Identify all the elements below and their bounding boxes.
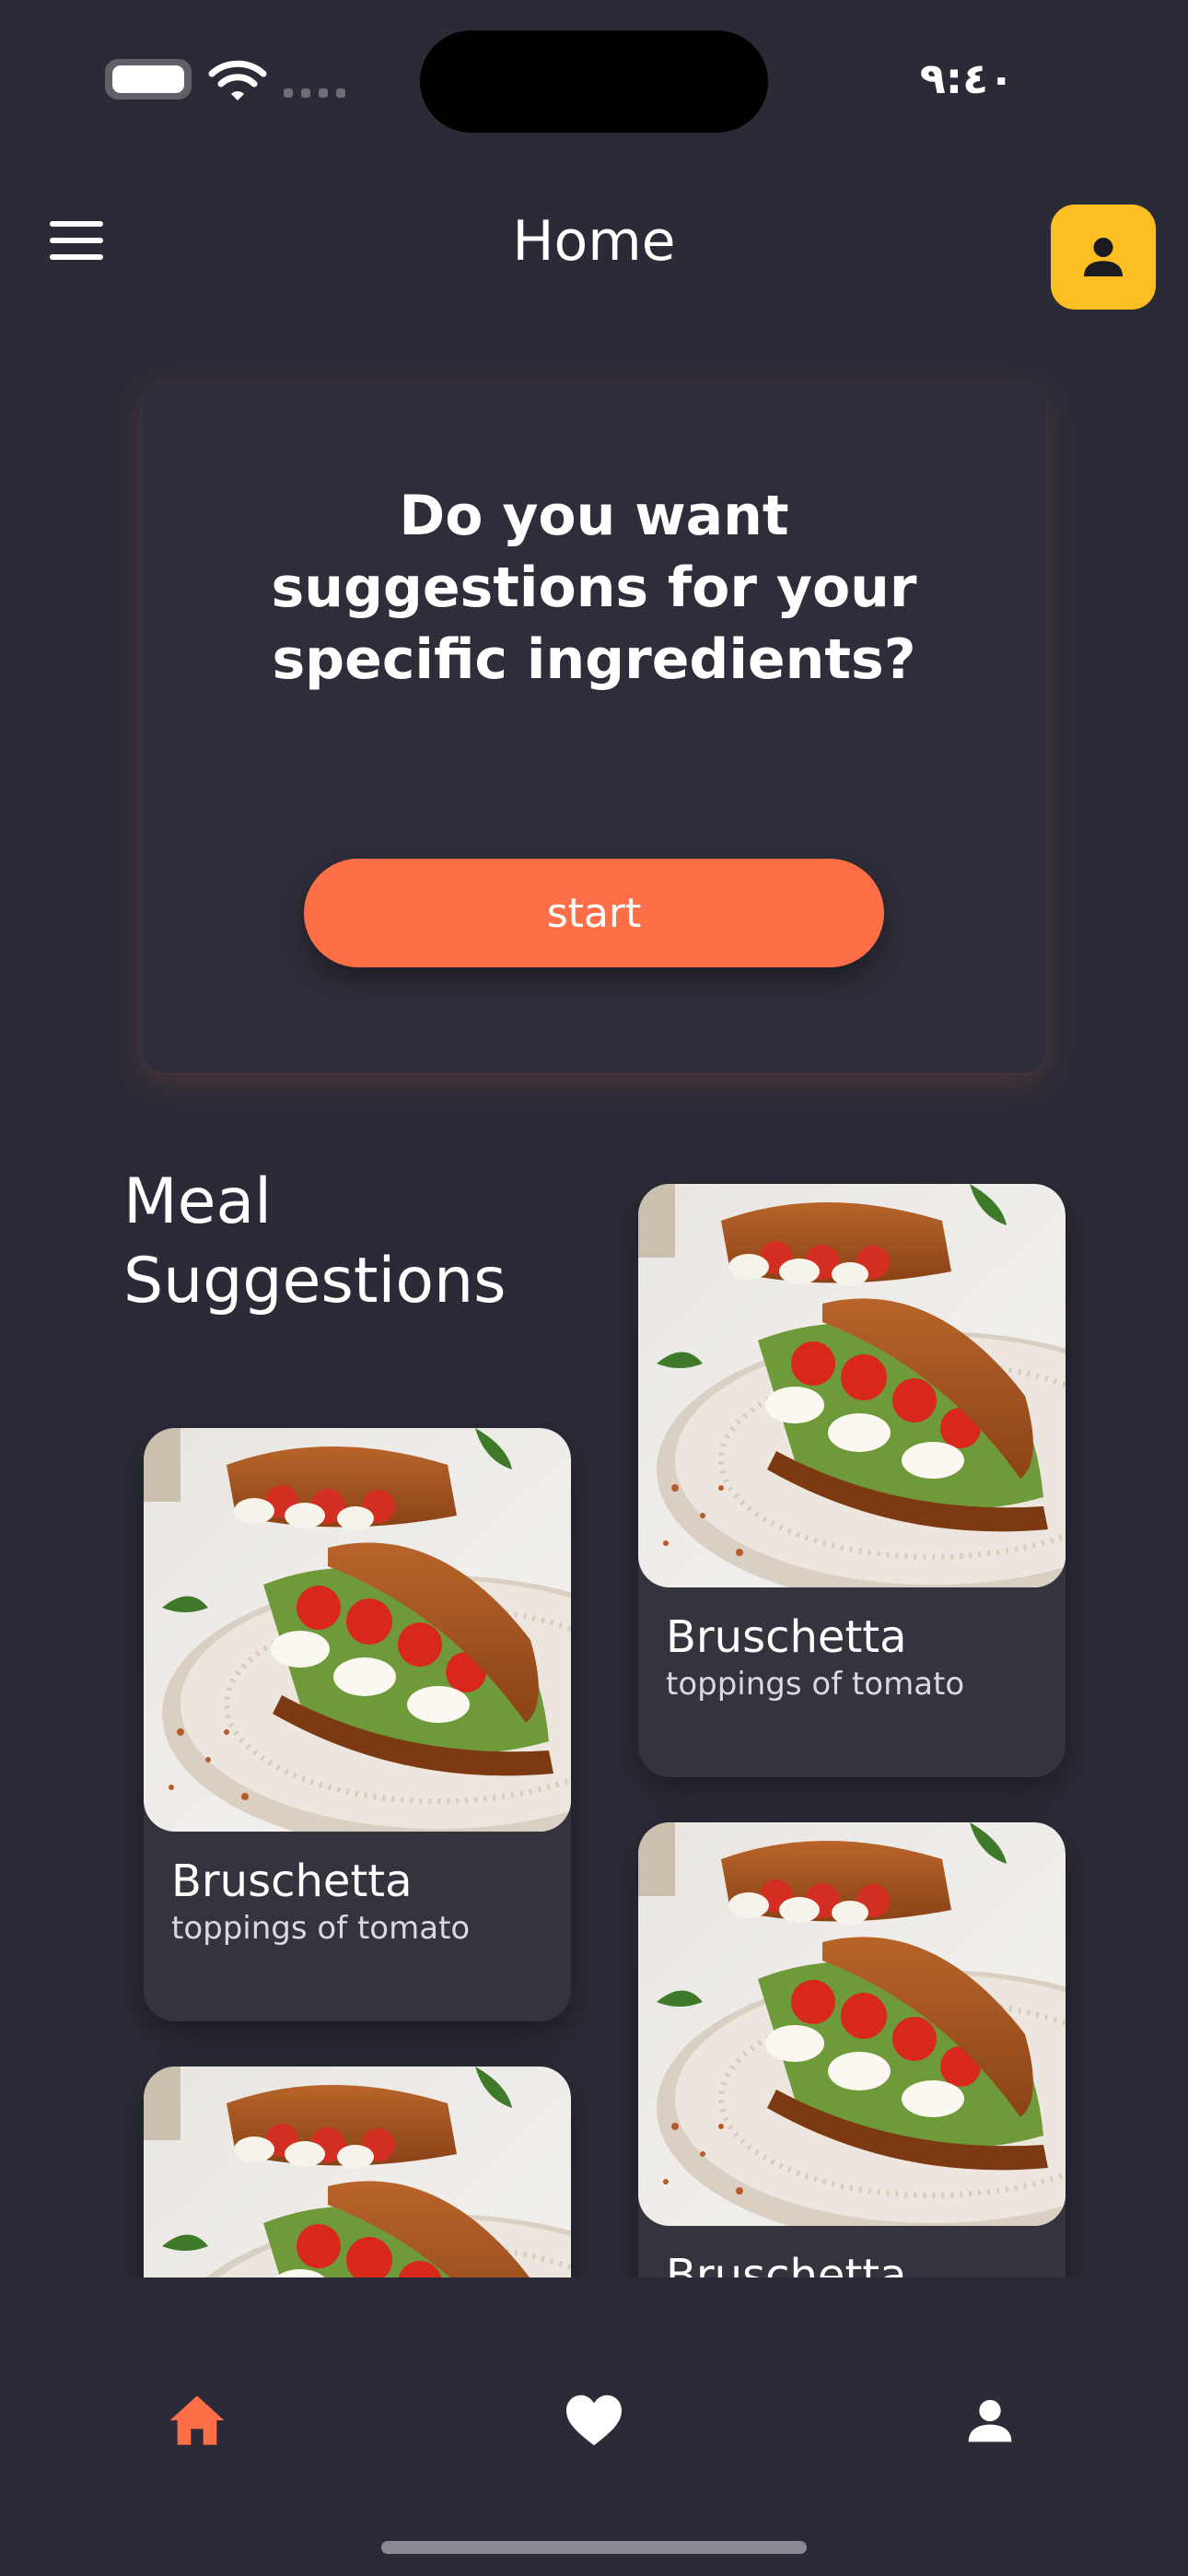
meal-name: Bruschetta xyxy=(666,2250,907,2277)
nav-favorites[interactable] xyxy=(539,2370,649,2471)
meal-name: Bruschetta xyxy=(666,1611,907,1663)
meal-card[interactable] xyxy=(144,2067,571,2277)
heart-icon xyxy=(566,2395,622,2446)
meal-image xyxy=(144,2067,571,2277)
person-icon xyxy=(968,2399,1012,2442)
meal-image xyxy=(638,1184,1066,1587)
meal-card[interactable]: Bruschetta xyxy=(638,1822,1066,2277)
nav-profile[interactable] xyxy=(935,2370,1045,2471)
meal-image xyxy=(638,1822,1066,2226)
meal-card[interactable]: Bruschetta toppings of tomato xyxy=(144,1428,571,2021)
meal-name: Bruschetta xyxy=(171,1856,413,1907)
meal-description: toppings of tomato xyxy=(666,1666,965,1703)
section-title: Meal Suggestions xyxy=(123,1165,507,1317)
home-icon xyxy=(169,2395,225,2445)
meal-suggestions-section: Meal Suggestions Bruschetta toppings of … xyxy=(0,0,1188,2277)
bottom-navigation xyxy=(0,2277,1188,2576)
home-indicator xyxy=(381,2541,807,2554)
nav-home[interactable] xyxy=(142,2370,252,2471)
meal-image xyxy=(144,1428,571,1832)
meal-card[interactable]: Bruschetta toppings of tomato xyxy=(638,1184,1066,1777)
app-screen: ٩:٤٠ Home Do you want suggestions for yo… xyxy=(0,0,1188,2576)
meal-description: toppings of tomato xyxy=(171,1910,471,1947)
